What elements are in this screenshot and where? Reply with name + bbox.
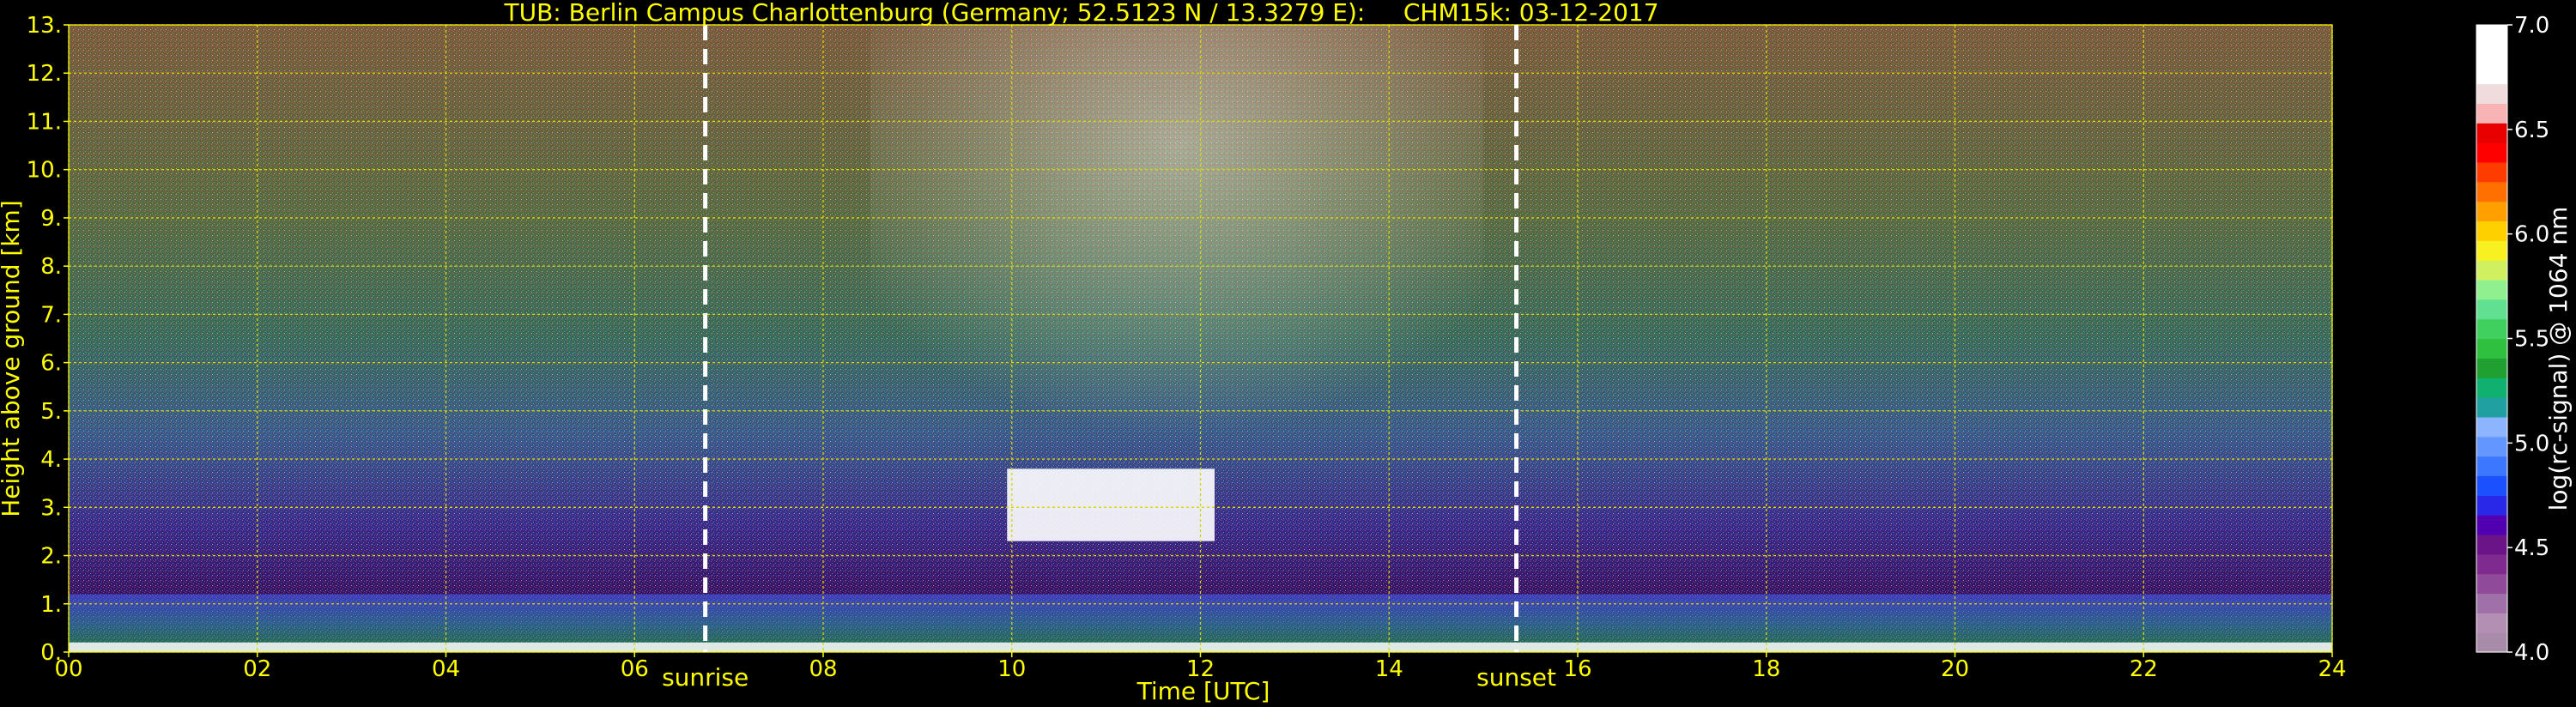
colorbar-segment: [2476, 515, 2507, 535]
x-tick-label: 16: [1563, 656, 1591, 682]
y-tick-label: 2.: [40, 544, 62, 570]
colorbar-segment: [2476, 553, 2507, 575]
colorbar-segment: [2476, 632, 2507, 653]
colorbar-segment: [2476, 63, 2507, 85]
colorbar-segment: [2476, 338, 2507, 359]
colorbar-segment: [2476, 397, 2507, 418]
colorbar-segment: [2476, 573, 2507, 595]
colorbar-segment: [2476, 299, 2507, 320]
colorbar-segment: [2476, 83, 2507, 104]
y-tick-label: 4.: [40, 447, 62, 473]
colorbar-segment: [2476, 279, 2507, 300]
y-tick-label: 0.: [40, 640, 62, 666]
y-tick-label: 9.: [40, 206, 62, 232]
colorbar-segment: [2476, 495, 2507, 516]
colorbar-segment: [2476, 378, 2507, 398]
y-tick-label: 11.: [27, 109, 62, 135]
x-tick-label: 08: [809, 656, 837, 682]
y-tick-label: 5.: [40, 399, 62, 425]
colorbar-segment: [2476, 358, 2507, 378]
colorbar-segment: [2476, 593, 2507, 613]
x-tick-label: 10: [997, 656, 1026, 682]
y-tick-label: 13.: [27, 13, 62, 39]
x-tick-label: 14: [1375, 656, 1403, 682]
colorbar-label: log(rc-signal) @ 1064 nm: [2544, 207, 2573, 511]
colorbar-segment: [2476, 161, 2507, 183]
colorbar-segment: [2476, 103, 2507, 124]
y-tick-label: 8.: [40, 254, 62, 280]
y-tick-label: 6.: [40, 351, 62, 377]
y-axis-label: Height above ground [km]: [0, 200, 25, 517]
x-tick-label: 22: [2130, 656, 2158, 682]
y-tick-label: 1.: [40, 592, 62, 618]
annotation-label: sunrise: [662, 663, 749, 692]
colorbar-segment: [2476, 221, 2507, 241]
colorbar-tick-label: 4.5: [2514, 535, 2549, 561]
colorbar-segment: [2476, 475, 2507, 496]
y-tick-label: 7.: [40, 302, 62, 328]
colorbar-segment: [2476, 416, 2507, 438]
chart-title: TUB: Berlin Campus Charlottenburg (Germa…: [503, 0, 1658, 27]
colorbar-tick-label: 7.0: [2514, 13, 2549, 39]
colorbar: 4.04.55.05.56.06.57.0: [2476, 13, 2549, 666]
annotation-label: sunset: [1476, 663, 1556, 692]
colorbar-segment: [2476, 534, 2507, 555]
y-tick-label: 3.: [40, 495, 62, 521]
colorbar-segment: [2476, 142, 2507, 163]
x-tick-label: 02: [243, 656, 271, 682]
colorbar-segment: [2476, 201, 2507, 222]
y-tick-label: 12.: [27, 61, 62, 87]
colorbar-segment: [2476, 456, 2507, 477]
x-tick-label: 06: [621, 656, 649, 682]
colorbar-segment: [2476, 318, 2507, 340]
x-tick-label: 24: [2318, 656, 2346, 682]
colorbar-segment: [2476, 436, 2507, 457]
cloud-feature: [1007, 468, 1215, 541]
x-tick-label: 04: [432, 656, 460, 682]
colorbar-segment: [2476, 260, 2507, 281]
x-tick-label: 18: [1752, 656, 1780, 682]
ceilometer-chart: 00 02 04 06 08 10 12 14 16 18 20 22 24 0.1.2.3.4.5.6…: [0, 0, 2573, 705]
colorbar-segment: [2476, 240, 2507, 261]
colorbar-segment: [2476, 44, 2507, 65]
colorbar-segment: [2476, 123, 2507, 143]
colorbar-segment: [2476, 25, 2507, 45]
y-axis-ticks: 0. 1. 2. 3. 4. 5. 6. 7. 8. 9. 10. 11. 12. 13.: [27, 13, 69, 666]
colorbar-tick-label: 4.0: [2514, 640, 2549, 666]
y-tick-label: 10.: [27, 158, 62, 184]
x-axis-label: Time [UTC]: [1136, 677, 1270, 705]
colorbar-segment: [2476, 613, 2507, 633]
x-tick-label: 20: [1941, 656, 1969, 682]
colorbar-segment: [2476, 181, 2507, 202]
colorbar-tick-label: 6.5: [2514, 118, 2549, 143]
